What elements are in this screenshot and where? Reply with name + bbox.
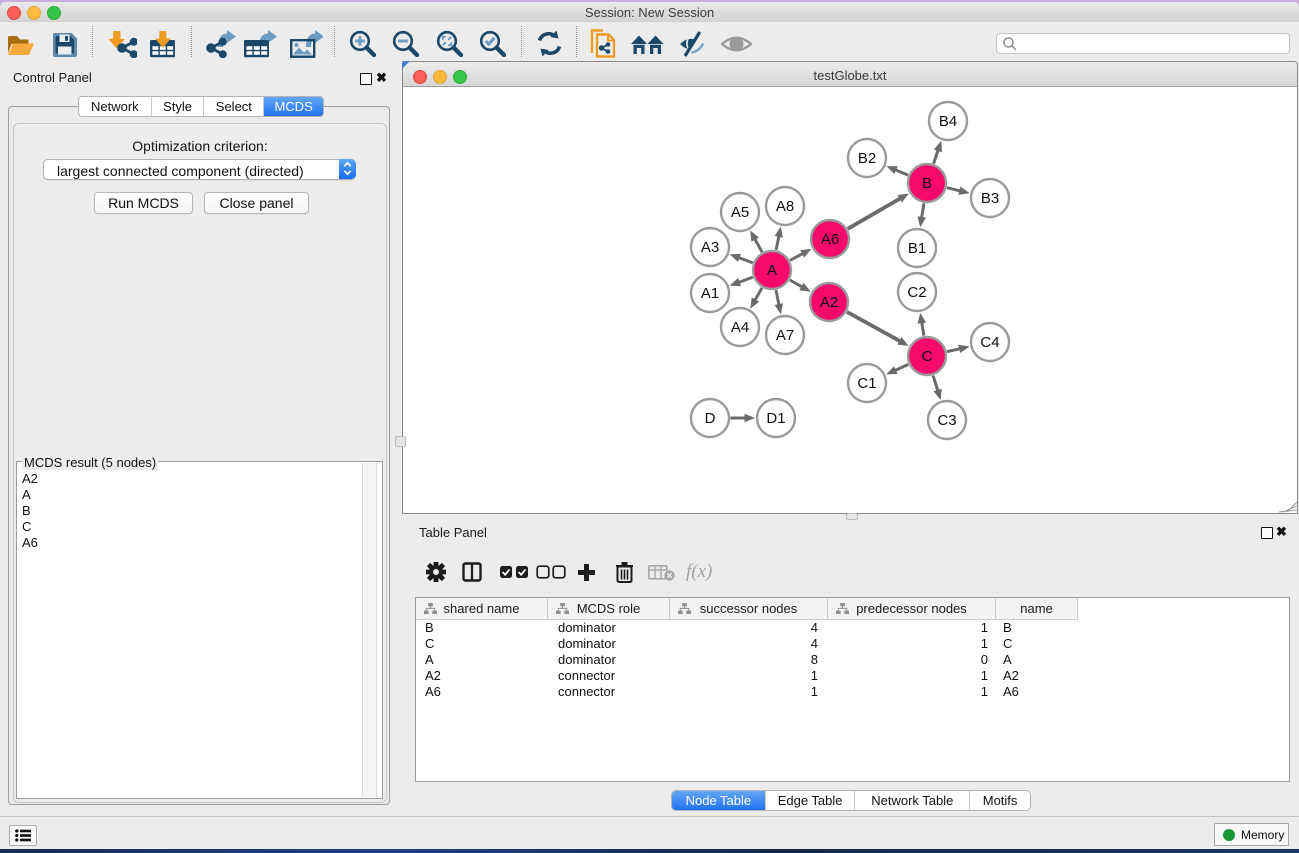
- svg-text:C1: C1: [857, 375, 876, 392]
- svg-text:A4: A4: [731, 319, 749, 336]
- svg-text:C4: C4: [980, 334, 999, 351]
- svg-text:B: B: [922, 175, 932, 192]
- svg-text:C3: C3: [937, 412, 956, 429]
- svg-text:A3: A3: [701, 239, 719, 256]
- svg-text:A5: A5: [731, 204, 749, 221]
- svg-text:D: D: [705, 410, 716, 427]
- svg-text:A6: A6: [821, 231, 839, 248]
- svg-text:A8: A8: [776, 198, 794, 215]
- svg-text:B4: B4: [939, 113, 957, 130]
- svg-text:A7: A7: [776, 327, 794, 344]
- svg-text:D1: D1: [766, 410, 785, 427]
- svg-text:B2: B2: [858, 150, 876, 167]
- svg-text:B3: B3: [981, 190, 999, 207]
- svg-text:C2: C2: [907, 284, 926, 301]
- svg-text:B1: B1: [908, 240, 926, 257]
- svg-text:A2: A2: [820, 294, 838, 311]
- svg-text:A: A: [767, 262, 777, 279]
- svg-text:A1: A1: [701, 285, 719, 302]
- svg-text:C: C: [922, 348, 933, 365]
